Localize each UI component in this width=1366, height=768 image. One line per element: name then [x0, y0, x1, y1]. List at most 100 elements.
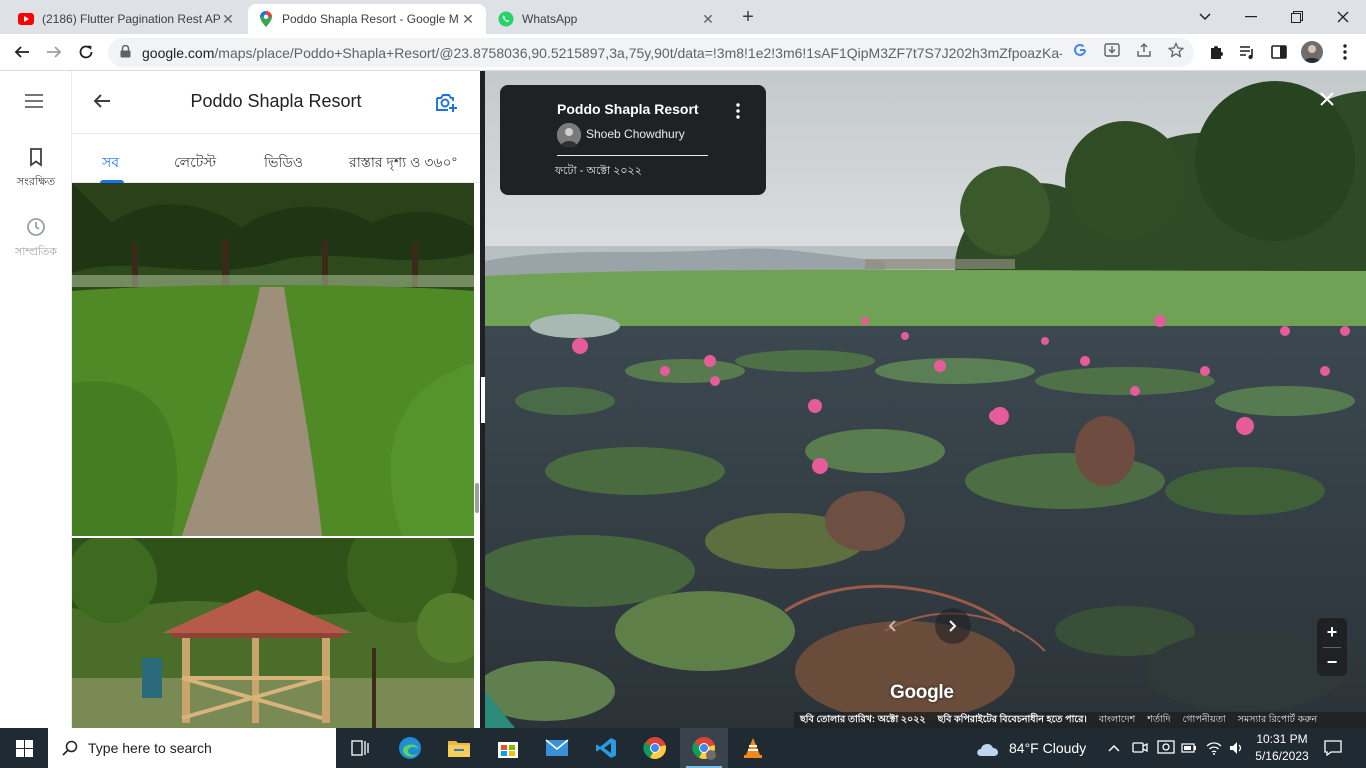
show-hidden-icons-button[interactable]: [1108, 728, 1120, 768]
google-maps-icon: [258, 11, 274, 27]
cloud-icon: [977, 743, 999, 756]
browser-toolbar: google.com/maps/place/Poddo+Shapla+Resor…: [0, 34, 1366, 71]
taskbar-vlc[interactable]: [729, 728, 777, 768]
bookmark-icon: [30, 148, 42, 167]
report-problem-link[interactable]: সমস্যার রিপোর্ট করুন: [1232, 713, 1324, 728]
install-app-icon[interactable]: [1103, 41, 1121, 59]
tab-title: Poddo Shapla Resort - Google M: [282, 12, 459, 26]
wifi-icon[interactable]: [1206, 728, 1222, 768]
back-arrow-icon[interactable]: [92, 91, 116, 115]
browser-menu-icon[interactable]: [1335, 42, 1355, 62]
scrollbar-thumb[interactable]: [475, 483, 479, 513]
new-tab-button[interactable]: +: [737, 6, 759, 28]
zoom-in-button[interactable]: +: [1317, 618, 1347, 647]
taskbar-edge[interactable]: [386, 728, 434, 768]
mail-icon: [545, 739, 569, 756]
history-icon: [27, 218, 45, 236]
photo-viewer[interactable]: Poddo Shapla Resort Shoeb Chowdhury ফটো …: [485, 71, 1366, 728]
taskbar-search[interactable]: Type here to search: [48, 728, 336, 768]
author-avatar[interactable]: [557, 123, 581, 147]
tab-youtube[interactable]: (2186) Flutter Pagination Rest AP ✕: [8, 4, 246, 34]
system-clock[interactable]: 10:31 PM 5/16/2023: [1250, 731, 1314, 765]
photo-thumbnail-path[interactable]: [72, 183, 474, 536]
extensions-puzzle-icon[interactable]: [1206, 42, 1226, 62]
address-bar[interactable]: google.com/maps/place/Poddo+Shapla+Resor…: [108, 38, 1194, 67]
photo-place-title[interactable]: Poddo Shapla Resort: [557, 101, 699, 117]
reload-button[interactable]: [72, 38, 100, 66]
forward-button[interactable]: [40, 38, 68, 66]
taskbar-file-explorer[interactable]: [435, 728, 483, 768]
taskbar-chrome-profile[interactable]: [680, 728, 728, 768]
close-tab-icon[interactable]: ✕: [460, 11, 476, 28]
photo-tabs: সব লেটেস্ট ভিডিও রাস্তার দৃশ্য ও ৩৬০°: [72, 135, 480, 183]
info-divider: [557, 155, 708, 156]
tab-google-maps[interactable]: Poddo Shapla Resort - Google M ✕: [248, 4, 486, 34]
share-icon[interactable]: [1135, 41, 1153, 59]
taskbar-chrome[interactable]: [631, 728, 679, 768]
close-tab-icon[interactable]: ✕: [220, 11, 236, 28]
previous-photo-button[interactable]: [874, 608, 910, 644]
profile-avatar[interactable]: [1301, 41, 1323, 63]
taskbar-store[interactable]: [484, 728, 532, 768]
photo-author[interactable]: Shoeb Chowdhury: [586, 127, 685, 141]
google-logo: Google: [890, 682, 954, 703]
media-controls-icon[interactable]: [1237, 42, 1257, 62]
viewer-footer: ছবি তোলার তারিখ: অক্টো ২০২২ ছবি কপিরাইটে…: [794, 712, 1366, 728]
photo-thumbnail-gazebo[interactable]: [72, 538, 474, 728]
bookmark-star-icon[interactable]: [1167, 41, 1185, 59]
chrome-icon: [643, 737, 666, 759]
weather-widget[interactable]: 84°F Cloudy: [975, 728, 1086, 768]
privacy-link[interactable]: গোপনীয়তা: [1176, 713, 1231, 728]
menu-hamburger-icon[interactable]: [24, 93, 48, 113]
next-photo-button[interactable]: [935, 608, 971, 644]
rail-saved[interactable]: সংরক্ষিত: [0, 145, 72, 192]
tab-videos[interactable]: ভিডিও: [264, 151, 303, 175]
taskbar-vscode[interactable]: [582, 728, 630, 768]
tab-street-view[interactable]: রাস্তার দৃশ্য ও ৩৬০°: [349, 151, 457, 175]
copyright-notice[interactable]: ছবি কপিরাইটের বিবেচনাধীন হতে পারে।: [932, 713, 1093, 728]
start-button[interactable]: [0, 728, 48, 768]
close-window-button[interactable]: [1320, 0, 1366, 34]
terms-link[interactable]: শর্তাদি: [1141, 713, 1176, 728]
vscode-icon: [596, 738, 616, 758]
battery-icon[interactable]: [1181, 728, 1197, 768]
chevron-right-icon: [949, 620, 957, 632]
search-placeholder: Type here to search: [88, 740, 212, 756]
maps-left-rail: সংরক্ষিত সাম্প্রতিক: [0, 71, 72, 728]
minimize-button[interactable]: [1228, 0, 1274, 34]
browser-tab-strip: (2186) Flutter Pagination Rest AP ✕ Podd…: [0, 0, 1366, 34]
chevron-up-icon: [1108, 744, 1120, 752]
tab-all[interactable]: সব: [102, 151, 119, 175]
back-button[interactable]: [8, 38, 36, 66]
folder-icon: [448, 741, 470, 757]
notifications-button[interactable]: [1324, 728, 1342, 768]
close-tab-icon[interactable]: ✕: [700, 11, 716, 28]
task-view-icon: [351, 740, 369, 756]
vlc-icon: [744, 738, 762, 758]
youtube-icon: [18, 11, 34, 27]
zoom-out-button[interactable]: −: [1317, 648, 1347, 677]
clock-date: 5/16/2023: [1255, 749, 1309, 763]
meet-now-icon[interactable]: [1132, 728, 1148, 768]
close-viewer-icon[interactable]: [1319, 91, 1343, 115]
more-options-icon[interactable]: [736, 103, 746, 123]
side-panel-icon[interactable]: [1269, 42, 1289, 62]
notification-icon: [1324, 740, 1342, 756]
tab-search-chevron-icon[interactable]: [1182, 0, 1228, 34]
onedrive-sync-icon[interactable]: [1157, 728, 1175, 768]
tab-whatsapp[interactable]: WhatsApp ✕: [488, 4, 726, 34]
google-lens-icon[interactable]: [1071, 41, 1089, 59]
volume-icon[interactable]: [1229, 728, 1245, 768]
tab-latest[interactable]: লেটেস্ট: [174, 151, 216, 175]
add-photo-icon[interactable]: [434, 90, 460, 116]
search-icon: [62, 740, 78, 756]
country-link[interactable]: বাংলাদেশ: [1093, 713, 1141, 728]
edge-icon: [399, 737, 421, 759]
taskbar-mail[interactable]: [533, 728, 581, 768]
rail-recent[interactable]: সাম্প্রতিক: [0, 215, 72, 262]
whatsapp-icon: [498, 11, 514, 27]
task-view-button[interactable]: [336, 728, 384, 768]
rail-recent-label: সাম্প্রতিক: [14, 246, 57, 258]
restore-button[interactable]: [1274, 0, 1320, 34]
photo-info-card: Poddo Shapla Resort Shoeb Chowdhury ফটো …: [500, 85, 766, 195]
